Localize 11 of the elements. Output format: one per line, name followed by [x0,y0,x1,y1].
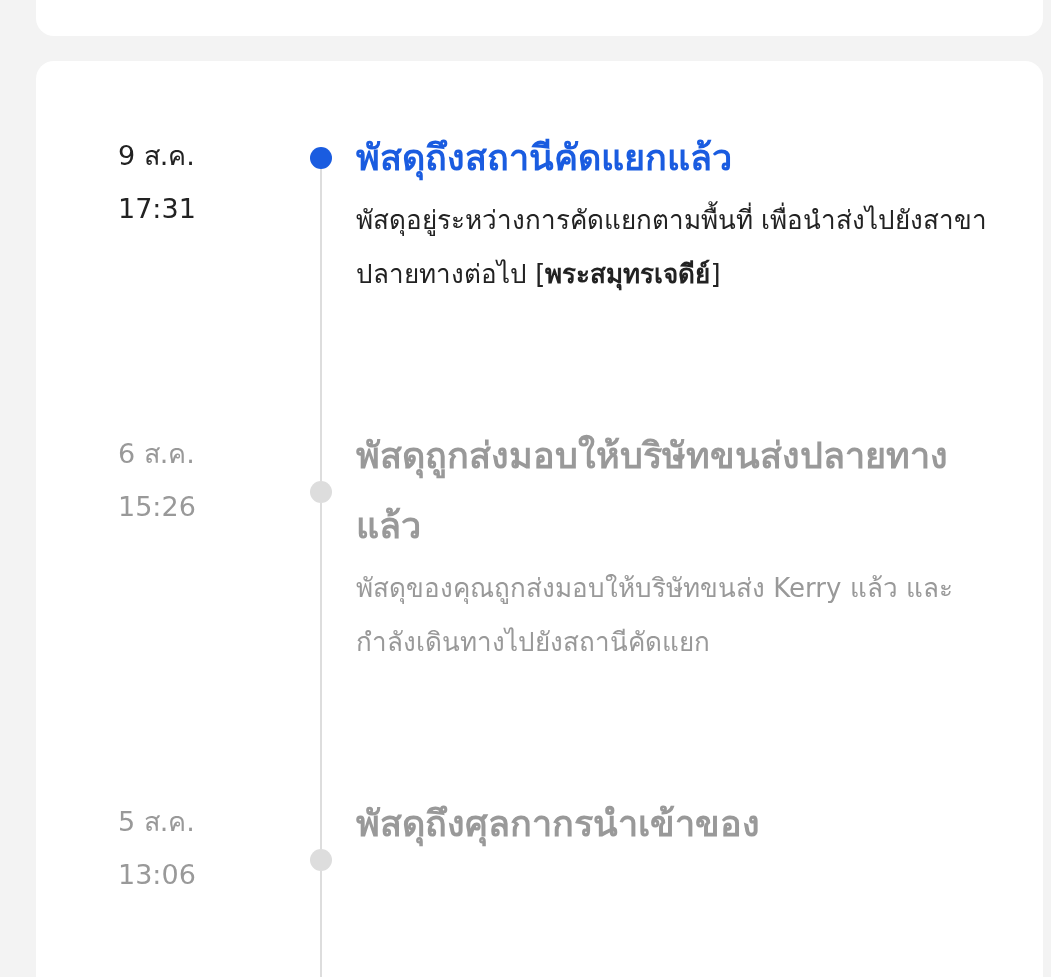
event-date: 5 ส.ค. [118,805,196,839]
event-time: 15:26 [118,490,197,524]
event-description: พัสดุของคุณถูกส่งมอบให้บริษัทขนส่ง Kerry แล้ว และกำลังเดินทางไปยังสถานีคัดแยก [356,572,954,659]
event-title: พัสดุถึงศุลกากรนำเข้าของ [356,789,1003,859]
event-date: 9 ส.ค. [118,139,196,173]
event-title: พัสดุถูกส่งมอบให้บริษัทขนส่งปลายทางแล้ว [356,433,949,548]
event-description: พัสดุอยู่ระหว่างการคัดแยกตามพื้นที่ เพื่อนำส่งไปยังสาขาปลายทางต่อไป [พระสมุทรเจดีย์] [356,193,1003,301]
event-time: 17:31 [118,192,197,226]
event-time: 13:06 [118,858,197,892]
event-title: พัสดุถึงสถานีคัดแยกแล้ว [356,123,1003,193]
event-date: 6 ส.ค. [118,437,196,471]
